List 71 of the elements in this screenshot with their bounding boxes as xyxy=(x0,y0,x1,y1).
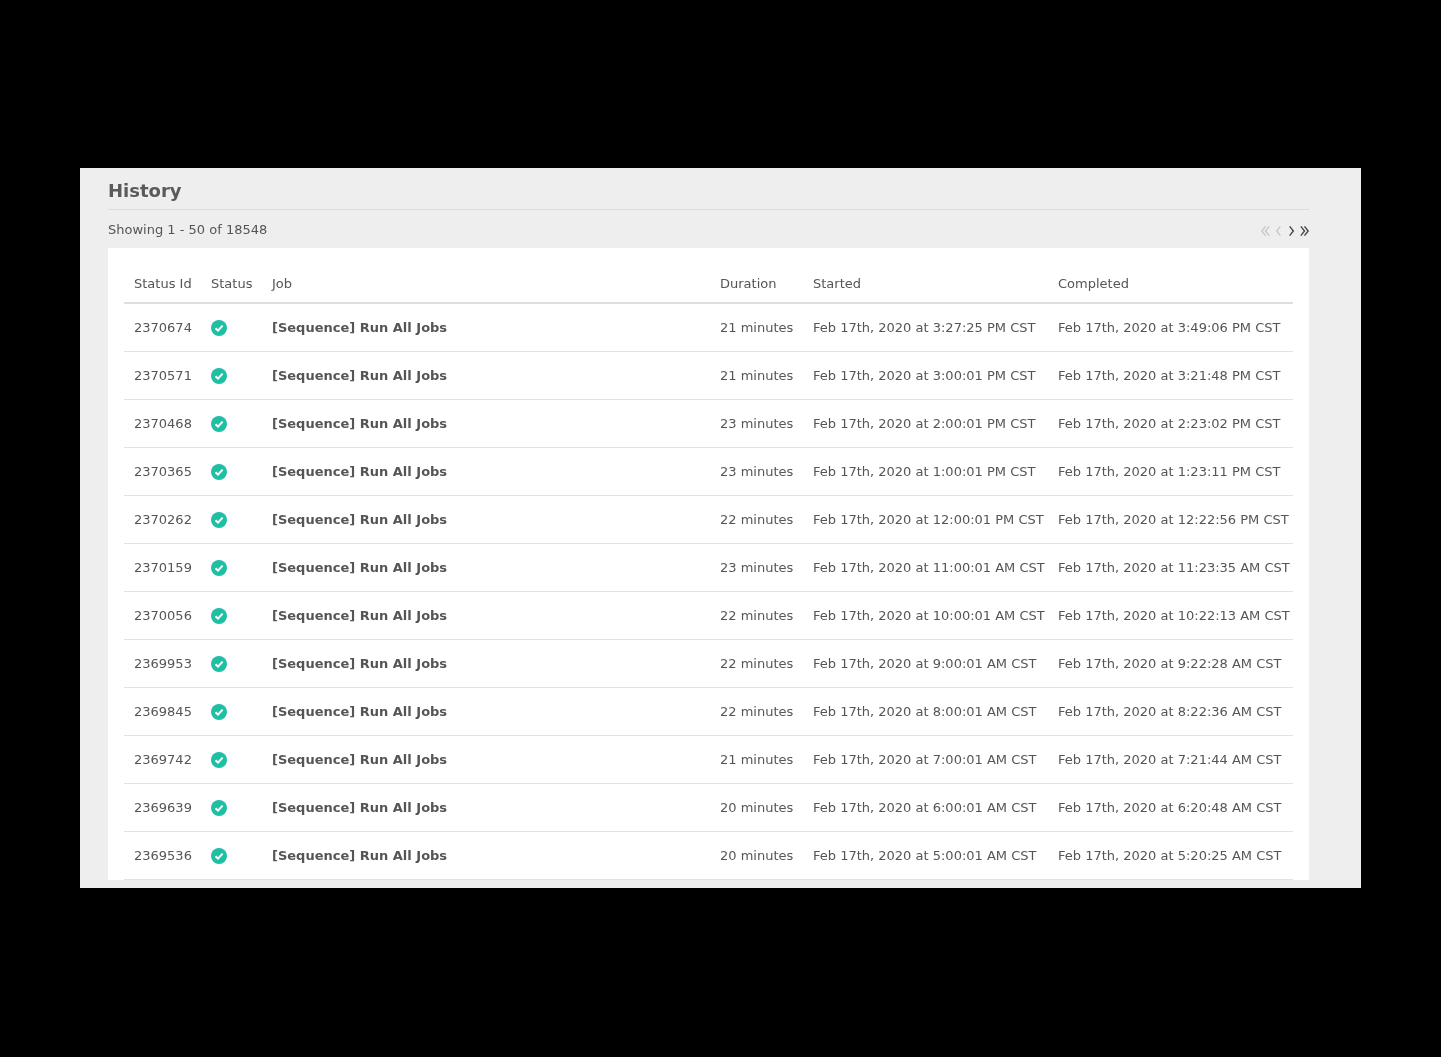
table-cell: 22 minutes xyxy=(710,496,803,544)
table-cell: 2370571 xyxy=(124,352,201,400)
table-cell: 23 minutes xyxy=(710,448,803,496)
last-page-button[interactable] xyxy=(1299,224,1310,238)
table-cell: Feb 17th, 2020 at 9:00:01 AM CST xyxy=(803,640,1048,688)
table-cell: 2369845 xyxy=(124,688,201,736)
column-header: Started xyxy=(803,264,1048,304)
table-cell: 2369639 xyxy=(124,784,201,832)
table-cell: 23 minutes xyxy=(710,400,803,448)
table-cell: Feb 17th, 2020 at 10:00:01 AM CST xyxy=(803,592,1048,640)
results-summary: Showing 1 - 50 of 18548 xyxy=(108,221,268,237)
column-header: Job xyxy=(262,264,710,304)
table-cell: Feb 17th, 2020 at 7:00:01 AM CST xyxy=(803,736,1048,784)
table-cell: Feb 17th, 2020 at 7:21:44 AM CST xyxy=(1048,736,1293,784)
table-cell: 21 minutes xyxy=(710,352,803,400)
table-cell: 20 minutes xyxy=(710,832,803,880)
table-cell: Feb 17th, 2020 at 8:22:36 AM CST xyxy=(1048,688,1293,736)
table-cell: 2370056 xyxy=(124,592,201,640)
table-cell: Feb 17th, 2020 at 6:00:01 AM CST xyxy=(803,784,1048,832)
table-cell: [Sequence] Run All Jobs xyxy=(262,640,710,688)
table-cell: 23 minutes xyxy=(710,544,803,592)
table-cell: Feb 17th, 2020 at 2:00:01 PM CST xyxy=(803,400,1048,448)
table-cell: Feb 17th, 2020 at 3:27:25 PM CST xyxy=(803,304,1048,352)
table-cell: 21 minutes xyxy=(710,304,803,352)
table-cell: 2370365 xyxy=(124,448,201,496)
table-cell: 2370159 xyxy=(124,544,201,592)
table-cell: Feb 17th, 2020 at 12:00:01 PM CST xyxy=(803,496,1048,544)
column-header: Status Id xyxy=(124,264,201,304)
double-chevron-left-icon xyxy=(1260,224,1271,238)
double-chevron-right-icon xyxy=(1299,224,1310,238)
table-cell: Feb 17th, 2020 at 5:20:25 AM CST xyxy=(1048,832,1293,880)
table-cell: [Sequence] Run All Jobs xyxy=(262,832,710,880)
table-cell: [Sequence] Run All Jobs xyxy=(262,688,710,736)
table-cell: Feb 17th, 2020 at 11:00:01 AM CST xyxy=(803,544,1048,592)
table-cell: [Sequence] Run All Jobs xyxy=(262,352,710,400)
table-cell: [Sequence] Run All Jobs xyxy=(262,496,710,544)
table-cell: [Sequence] Run All Jobs xyxy=(262,304,710,352)
table-cell: [Sequence] Run All Jobs xyxy=(262,592,710,640)
table-cell: Feb 17th, 2020 at 9:22:28 AM CST xyxy=(1048,640,1293,688)
table-cell: Feb 17th, 2020 at 2:23:02 PM CST xyxy=(1048,400,1293,448)
column-header: Status xyxy=(201,264,262,304)
table-cell: Feb 17th, 2020 at 10:22:13 AM CST xyxy=(1048,592,1293,640)
panel-title: History xyxy=(108,168,1309,210)
table-cell: [Sequence] Run All Jobs xyxy=(262,784,710,832)
column-header: Completed xyxy=(1048,264,1293,304)
table-cell: Feb 17th, 2020 at 5:00:01 AM CST xyxy=(803,832,1048,880)
column-header: Duration xyxy=(710,264,803,304)
table-cell: 2369953 xyxy=(124,640,201,688)
table-cell: 2370674 xyxy=(124,304,201,352)
table-cell: [Sequence] Run All Jobs xyxy=(262,448,710,496)
table-cell: 2369742 xyxy=(124,736,201,784)
table-cell: Feb 17th, 2020 at 11:23:35 AM CST xyxy=(1048,544,1293,592)
table-cell: 2370262 xyxy=(124,496,201,544)
table-cell: [Sequence] Run All Jobs xyxy=(262,544,710,592)
table-cell: Feb 17th, 2020 at 3:00:01 PM CST xyxy=(803,352,1048,400)
table-cell: 2369536 xyxy=(124,832,201,880)
table-cell: Feb 17th, 2020 at 1:23:11 PM CST xyxy=(1048,448,1293,496)
table-cell: 20 minutes xyxy=(710,784,803,832)
table-cell: Feb 17th, 2020 at 8:00:01 AM CST xyxy=(803,688,1048,736)
table-cell: 2370468 xyxy=(124,400,201,448)
table-cell: Feb 17th, 2020 at 1:00:01 PM CST xyxy=(803,448,1048,496)
table-cell: [Sequence] Run All Jobs xyxy=(262,400,710,448)
table-cell: Feb 17th, 2020 at 3:21:48 PM CST xyxy=(1048,352,1293,400)
table-cell: [Sequence] Run All Jobs xyxy=(262,736,710,784)
table-cell: Feb 17th, 2020 at 12:22:56 PM CST xyxy=(1048,496,1293,544)
table-cell: 22 minutes xyxy=(710,592,803,640)
table-cell: 21 minutes xyxy=(710,736,803,784)
table-cell: 22 minutes xyxy=(710,688,803,736)
table-cell: Feb 17th, 2020 at 3:49:06 PM CST xyxy=(1048,304,1293,352)
table-cell: 22 minutes xyxy=(710,640,803,688)
table-cell: Feb 17th, 2020 at 6:20:48 AM CST xyxy=(1048,784,1293,832)
